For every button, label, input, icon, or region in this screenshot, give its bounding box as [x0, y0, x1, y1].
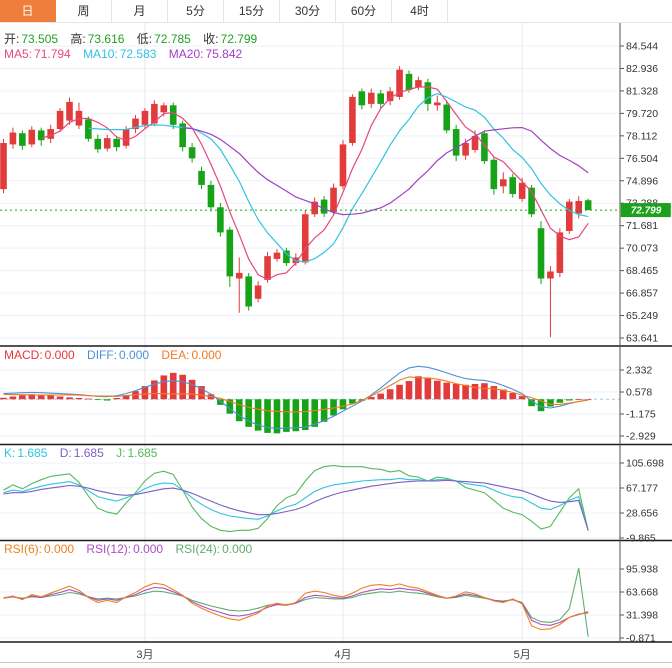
gridlines [0, 46, 620, 638]
macd-layer [0, 366, 591, 433]
svg-text:3月: 3月 [136, 649, 153, 661]
tab-5min[interactable]: 5分 [168, 0, 224, 22]
svg-text:4月: 4月 [334, 649, 351, 661]
svg-text:63.668: 63.668 [626, 587, 658, 599]
svg-text:95.938: 95.938 [626, 564, 658, 576]
svg-text:-0.871: -0.871 [626, 633, 656, 645]
svg-text:2.332: 2.332 [626, 365, 652, 377]
svg-text:5月: 5月 [514, 649, 531, 661]
tab-week[interactable]: 周 [56, 0, 112, 22]
svg-text:-2.929: -2.929 [626, 431, 656, 443]
tab-4hour[interactable]: 4时 [392, 0, 448, 22]
svg-text:76.504: 76.504 [626, 153, 658, 165]
svg-text:65.249: 65.249 [626, 310, 658, 322]
svg-text:82.936: 82.936 [626, 63, 658, 75]
tab-month[interactable]: 月 [112, 0, 168, 22]
svg-text:0.578: 0.578 [626, 387, 652, 399]
svg-text:67.177: 67.177 [626, 483, 658, 495]
svg-text:81.328: 81.328 [626, 85, 658, 97]
svg-text:68.465: 68.465 [626, 265, 658, 277]
tab-60min[interactable]: 60分 [336, 0, 392, 22]
tab-day[interactable]: 日 [0, 0, 56, 22]
y-axis-labels: 84.544 82.936 81.328 79.720 78.112 76.504 74.8… [620, 41, 664, 645]
svg-text:74.896: 74.896 [626, 175, 658, 187]
svg-text:-9.865: -9.865 [626, 533, 656, 545]
candlestick-layer [0, 66, 591, 337]
svg-text:78.112: 78.112 [626, 130, 657, 142]
panel-separators [0, 23, 672, 663]
svg-text:28.656: 28.656 [626, 508, 658, 520]
tab-30min[interactable]: 30分 [280, 0, 336, 22]
trading-chart-app: 日 周 月 5分 15分 30分 60分 4时 84.544 82.936 81.3… [0, 0, 672, 668]
current-price-tag: 72.799 [621, 203, 671, 217]
svg-text:105.698: 105.698 [626, 458, 664, 470]
rsi-layer [4, 568, 589, 637]
timeframe-tabbar: 日 周 月 5分 15分 30分 60分 4时 [0, 0, 672, 23]
svg-text:31.398: 31.398 [626, 610, 658, 622]
x-axis-labels: 3月 4月 5月 [136, 649, 530, 661]
chart-area: 84.544 82.936 81.328 79.720 78.112 76.504 74.8… [0, 23, 672, 668]
tab-15min[interactable]: 15分 [224, 0, 280, 22]
svg-text:70.073: 70.073 [626, 243, 658, 255]
svg-text:-1.175: -1.175 [626, 408, 656, 420]
svg-text:71.681: 71.681 [626, 220, 658, 232]
svg-text:66.857: 66.857 [626, 288, 658, 300]
chart-canvas[interactable]: 84.544 82.936 81.328 79.720 78.112 76.504 74.8… [0, 23, 672, 668]
svg-text:84.544: 84.544 [626, 41, 658, 53]
svg-text:72.799: 72.799 [631, 206, 662, 217]
kdj-layer [4, 465, 589, 531]
svg-text:63.641: 63.641 [626, 333, 658, 345]
svg-text:79.720: 79.720 [626, 108, 658, 120]
month-gridlines [145, 23, 522, 642]
